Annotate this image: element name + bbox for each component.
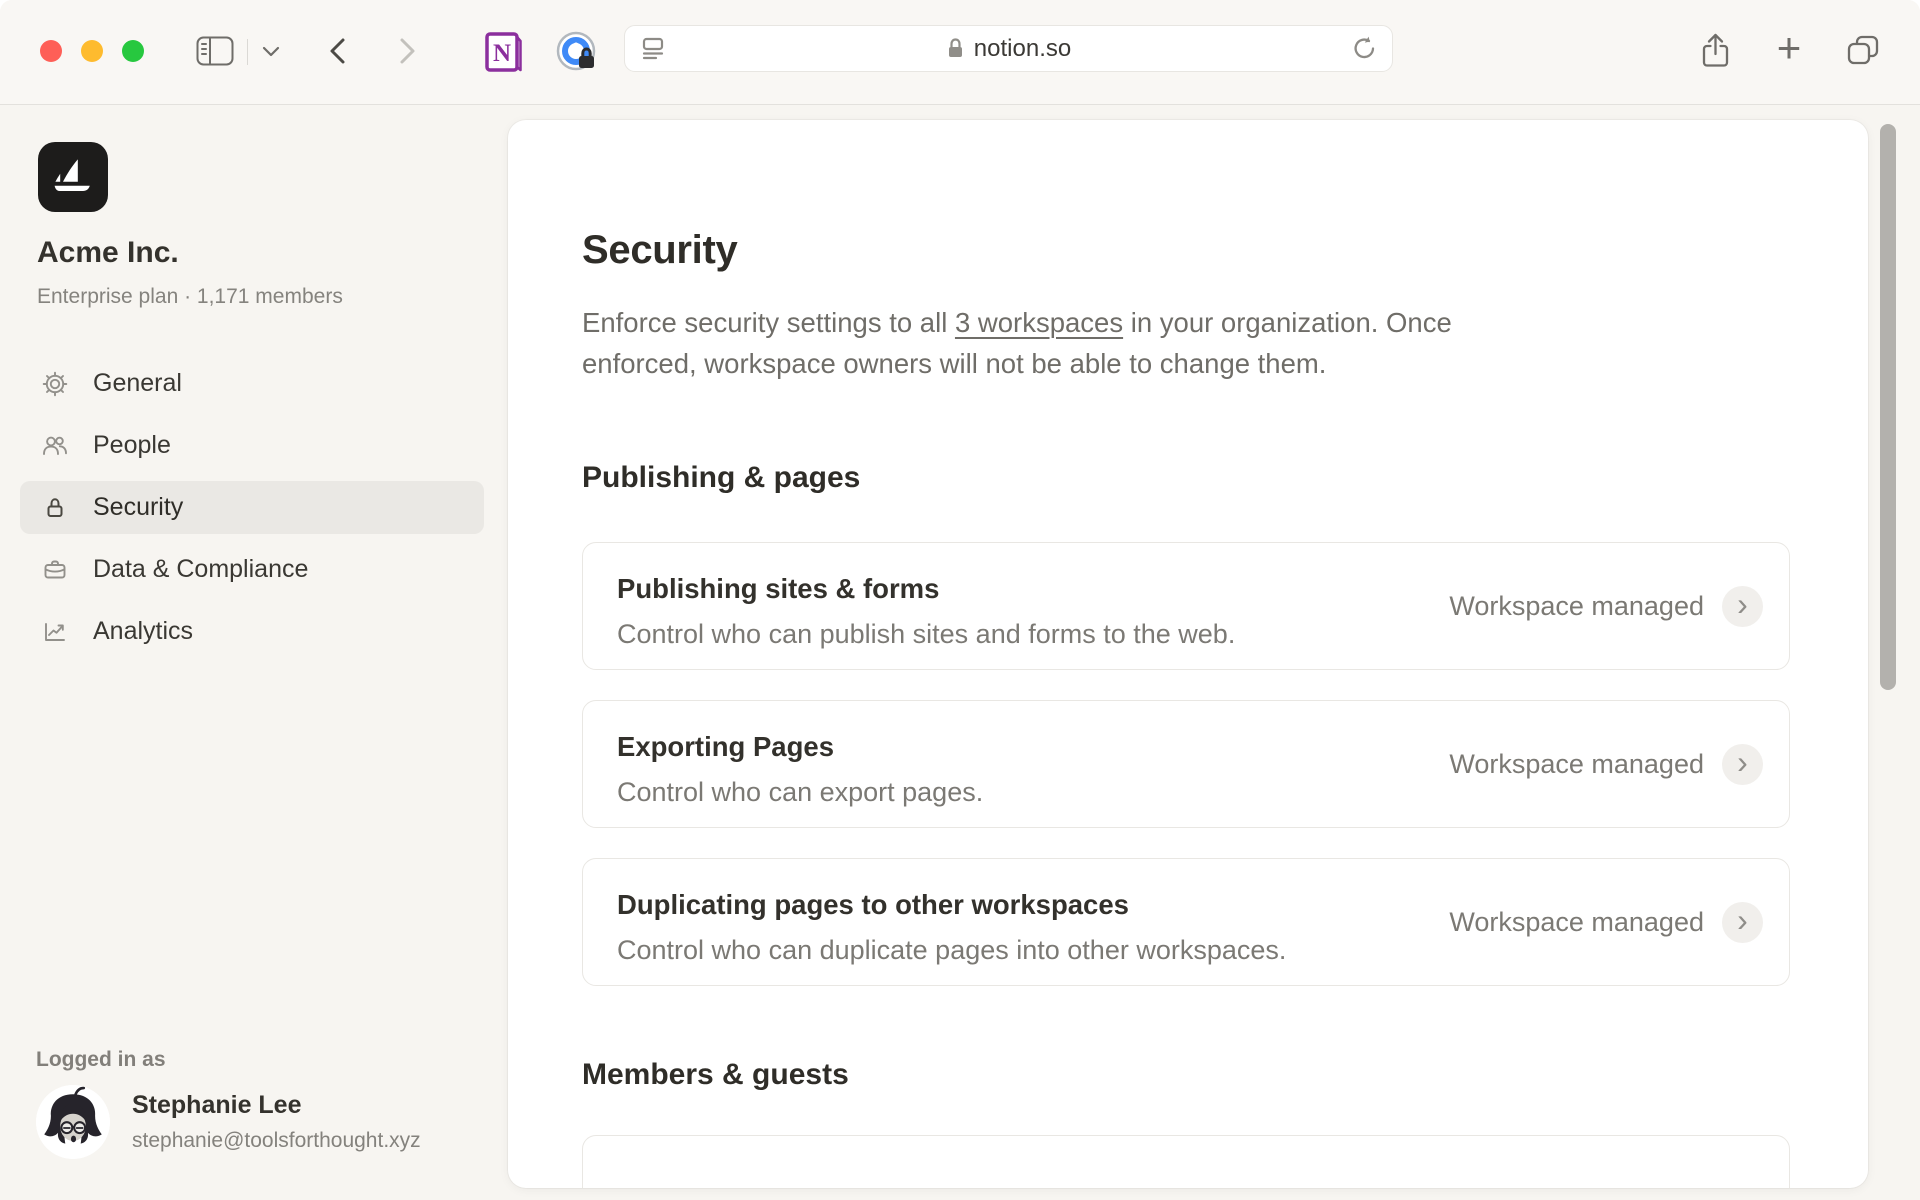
- page-title: Security: [582, 226, 1868, 274]
- section-heading-publishing: Publishing & pages: [582, 459, 1868, 496]
- status-badge: Workspace managed: [1449, 907, 1704, 938]
- onepassword-extension-button[interactable]: [554, 28, 600, 76]
- page-settings-button[interactable]: [638, 34, 668, 64]
- setting-card-publishing-sites[interactable]: Publishing sites & forms Control who can…: [582, 542, 1790, 670]
- sidebar-item-data-compliance[interactable]: Data & Compliance: [20, 543, 484, 596]
- reload-button[interactable]: [1349, 34, 1379, 64]
- chevron-left-icon: [327, 37, 347, 65]
- current-user: Stephanie Lee stephanie@toolsforthought.…: [36, 1085, 421, 1159]
- lock-icon: [42, 495, 68, 521]
- sidebar-toggle-button[interactable]: [193, 29, 237, 73]
- workspace-name: Acme Inc.: [37, 236, 179, 270]
- onepassword-extension-icon: [555, 30, 599, 74]
- sidebar-item-label: General: [93, 369, 182, 398]
- sidebar-item-label: Analytics: [93, 617, 193, 646]
- zoom-window-button[interactable]: [122, 40, 144, 62]
- chevron-right-icon: ›: [1722, 586, 1763, 627]
- new-tab-button[interactable]: +: [1767, 28, 1811, 72]
- browser-toolbar: N: [0, 0, 1920, 105]
- sidebar-item-label: Security: [93, 493, 183, 522]
- sidebar-item-analytics[interactable]: Analytics: [20, 605, 484, 658]
- toolbar-separator: [247, 39, 248, 65]
- briefcase-icon: [42, 557, 68, 583]
- setting-card-exporting-pages[interactable]: Exporting Pages Control who can export p…: [582, 700, 1790, 828]
- status-badge: Workspace managed: [1449, 591, 1704, 622]
- lock-icon: [946, 37, 965, 60]
- page-settings-icon: [640, 36, 666, 62]
- share-icon: [1700, 32, 1731, 69]
- workspaces-link[interactable]: 3 workspaces: [955, 307, 1123, 338]
- sidebar-toggle-icon: [196, 36, 234, 66]
- sidebar-item-security[interactable]: Security: [20, 481, 484, 534]
- sidebar-item-general[interactable]: General: [20, 357, 484, 410]
- setting-card-duplicating-pages[interactable]: Duplicating pages to other workspaces Co…: [582, 858, 1790, 986]
- plus-icon: +: [1777, 27, 1802, 73]
- chevron-down-icon: [262, 46, 280, 57]
- chevron-right-icon: ›: [1722, 902, 1763, 943]
- settings-sidebar: Acme Inc. Enterprise plan · 1,171 member…: [0, 105, 508, 1200]
- url-text: notion.so: [974, 35, 1071, 63]
- page-intro: Enforce security settings to all 3 works…: [582, 302, 1522, 384]
- forward-button[interactable]: [386, 29, 430, 73]
- user-email: stephanie@toolsforthought.xyz: [132, 1129, 421, 1153]
- svg-text:N: N: [493, 40, 511, 67]
- settings-content: Security Enforce security settings to al…: [508, 120, 1868, 1188]
- sailboat-icon: [49, 153, 97, 201]
- notion-extension-icon: N: [483, 30, 523, 74]
- card-status-group: Workspace managed ›: [1449, 859, 1763, 985]
- workspace-plan: Enterprise plan · 1,171 members: [37, 285, 343, 309]
- settings-nav: General People: [20, 357, 484, 658]
- setting-card-partial[interactable]: [582, 1135, 1790, 1188]
- close-window-button[interactable]: [40, 40, 62, 62]
- vertical-scrollbar[interactable]: [1880, 124, 1896, 690]
- chevron-right-icon: ›: [1722, 744, 1763, 785]
- toolbar-chevron-button[interactable]: [253, 35, 289, 67]
- share-button[interactable]: [1693, 28, 1737, 72]
- tab-overview-button[interactable]: [1841, 28, 1885, 72]
- chart-icon: [42, 619, 68, 645]
- workspace-logo: [38, 142, 108, 212]
- logged-in-as-label: Logged in as: [36, 1048, 166, 1072]
- sidebar-item-label: People: [93, 431, 171, 460]
- current-user-info: Stephanie Lee stephanie@toolsforthought.…: [132, 1091, 421, 1153]
- back-button[interactable]: [315, 29, 359, 73]
- reload-icon: [1351, 35, 1378, 62]
- intro-text-pre: Enforce security settings to all: [582, 307, 955, 338]
- minimize-window-button[interactable]: [81, 40, 103, 62]
- user-name: Stephanie Lee: [132, 1091, 421, 1120]
- status-badge: Workspace managed: [1449, 749, 1704, 780]
- avatar: [36, 1085, 110, 1159]
- browser-window: N: [0, 0, 1920, 1200]
- notion-extension-button[interactable]: N: [481, 28, 525, 76]
- sidebar-item-label: Data & Compliance: [93, 555, 308, 584]
- card-status-group: Workspace managed ›: [1449, 543, 1763, 669]
- address-display: notion.so: [625, 35, 1392, 63]
- people-icon: [42, 433, 68, 459]
- section-heading-members: Members & guests: [582, 1056, 1868, 1093]
- card-status-group: Workspace managed ›: [1449, 701, 1763, 827]
- tab-overview-icon: [1846, 34, 1881, 67]
- chevron-right-icon: [398, 37, 418, 65]
- sidebar-item-people[interactable]: People: [20, 419, 484, 472]
- gear-icon: [42, 371, 68, 397]
- address-bar[interactable]: notion.so: [624, 25, 1393, 72]
